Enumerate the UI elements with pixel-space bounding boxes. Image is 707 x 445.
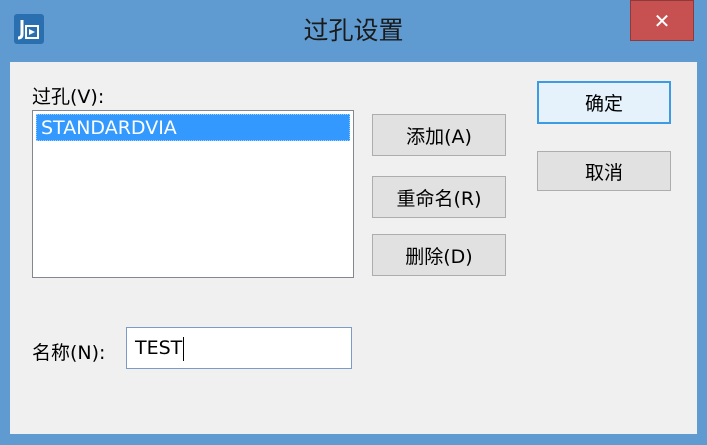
name-input[interactable]: TEST [126,327,352,369]
delete-button[interactable]: 删除(D) [372,234,506,276]
add-button[interactable]: 添加(A) [372,114,506,156]
name-input-value: TEST [135,337,183,359]
text-caret [183,336,185,361]
rename-button[interactable]: 重命名(R) [372,176,506,218]
window-title: 过孔设置 [303,16,404,45]
name-label: 名称(N): [32,342,106,364]
dialog-body: 过孔(V): STANDARDVIA 添加(A) 重命名(R) 删除(D) 确定… [10,62,697,434]
dialog-window: 过孔设置 ✕ 过孔(V): STANDARDVIA 添加(A) 重命名(R) 删… [0,0,707,445]
ok-button[interactable]: 确定 [537,81,671,124]
list-item[interactable]: STANDARDVIA [36,114,350,141]
via-list-label: 过孔(V): [32,86,105,108]
close-icon: ✕ [653,8,671,33]
cancel-button[interactable]: 取消 [537,151,671,191]
via-listbox[interactable]: STANDARDVIA [32,110,354,278]
title-bar[interactable]: 过孔设置 ✕ [0,0,707,62]
close-button[interactable]: ✕ [630,0,694,41]
